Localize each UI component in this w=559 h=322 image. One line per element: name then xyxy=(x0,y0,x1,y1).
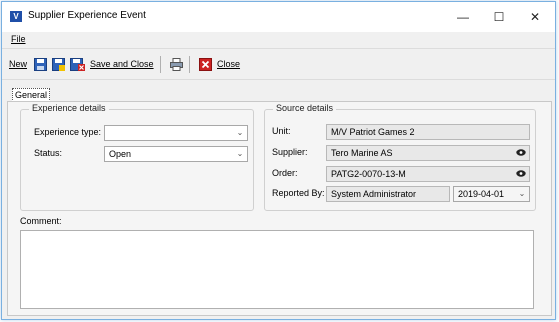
print-icon[interactable] xyxy=(170,58,183,71)
chevron-down-icon[interactable]: ⌄ xyxy=(515,187,529,201)
save-delete-icon[interactable] xyxy=(70,58,86,71)
report-date-picker[interactable]: 2019-04-01 ⌄ xyxy=(453,186,530,202)
order-field: PATG2-0070-13-M xyxy=(326,166,530,182)
reported-by-field: System Administrator xyxy=(326,186,450,202)
supplier-value: Tero Marine AS xyxy=(331,148,393,158)
unit-label: Unit: xyxy=(272,126,291,136)
comment-label: Comment: xyxy=(20,216,62,226)
app-logo-icon: V xyxy=(10,11,22,22)
reported-by-label: Reported By: xyxy=(272,188,325,198)
eye-icon[interactable] xyxy=(516,149,526,156)
source-details-title: Source details xyxy=(273,103,337,113)
new-button[interactable]: New xyxy=(9,59,27,69)
minimize-button[interactable]: — xyxy=(444,2,482,32)
eye-icon[interactable] xyxy=(516,170,526,177)
save-new-icon[interactable] xyxy=(52,58,65,71)
application-window: V Supplier Experience Event — ☐ ✕ File N… xyxy=(1,1,556,320)
close-window-button[interactable]: ✕ xyxy=(516,2,554,32)
close-button-label: Close xyxy=(217,59,241,69)
maximize-button[interactable]: ☐ xyxy=(480,2,518,32)
supplier-label: Supplier: xyxy=(272,147,308,157)
new-button-label: New xyxy=(9,59,28,69)
save-and-close-button[interactable]: Save and Close xyxy=(90,59,154,69)
reported-by-value: System Administrator xyxy=(331,189,417,199)
save-icon[interactable] xyxy=(34,58,47,71)
menu-file-label: File xyxy=(11,34,26,44)
supplier-field: Tero Marine AS xyxy=(326,145,530,161)
order-label: Order: xyxy=(272,168,298,178)
window-title: Supplier Experience Event xyxy=(28,10,146,21)
menu-file[interactable]: File xyxy=(11,34,26,44)
toolbar-separator xyxy=(160,56,161,73)
title-bar: V Supplier Experience Event — ☐ ✕ xyxy=(2,2,555,32)
experience-type-select[interactable]: ⌄ xyxy=(104,125,248,141)
comment-textarea[interactable] xyxy=(20,230,534,309)
toolbar-separator xyxy=(189,56,190,73)
tab-general[interactable]: General xyxy=(12,88,51,102)
unit-value: M/V Patriot Games 2 xyxy=(331,127,415,137)
status-select[interactable]: Open ⌄ xyxy=(104,146,248,162)
save-and-close-label: Save and Close xyxy=(90,59,154,69)
toolbar: New Save and Close Close xyxy=(2,48,555,80)
experience-type-label: Experience type: xyxy=(34,127,102,137)
order-value: PATG2-0070-13-M xyxy=(331,169,406,179)
close-button[interactable]: Close xyxy=(217,59,240,69)
chevron-down-icon[interactable]: ⌄ xyxy=(233,147,247,161)
unit-field: M/V Patriot Games 2 xyxy=(326,124,530,140)
status-value: Open xyxy=(109,149,132,159)
report-date-value: 2019-04-01 xyxy=(458,189,505,199)
status-label: Status: xyxy=(34,148,63,158)
experience-details-title: Experience details xyxy=(29,103,109,113)
chevron-down-icon[interactable]: ⌄ xyxy=(233,126,247,140)
menu-bar: File xyxy=(2,32,555,47)
close-icon[interactable] xyxy=(199,58,212,71)
